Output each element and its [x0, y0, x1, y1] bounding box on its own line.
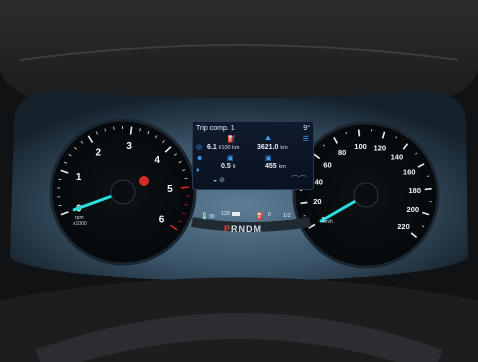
distance-unit: km	[278, 164, 286, 170]
avg-consumption-unit: l/100 km	[218, 145, 240, 151]
tach-tick	[129, 126, 133, 135]
tach-hub	[110, 179, 136, 205]
trip-title: Trip comp. 1	[196, 125, 235, 132]
distance-icon: ▣	[265, 155, 272, 162]
speedo-label: 160	[403, 167, 416, 176]
speedo-label: 20	[313, 197, 321, 206]
speedo-label: 180	[409, 186, 422, 195]
fuel-used-value: 0.5	[221, 163, 231, 170]
speedometer: 020406080100120140160180200220 km/h	[292, 121, 440, 269]
speedo-tick	[427, 175, 430, 177]
range-value: 3621.0	[257, 144, 279, 151]
fuel-half-label: 1/2	[283, 213, 291, 219]
tach-label: 1	[76, 172, 82, 183]
tyre-icon: ◎	[196, 144, 203, 151]
speedo-label: 120	[374, 144, 387, 153]
temp-low-label: 90	[209, 214, 215, 220]
fuel-pump-icon: ⛽	[227, 136, 236, 143]
speedo-label: 60	[323, 160, 331, 169]
tach-label: 6	[159, 214, 165, 225]
tach-label: 4	[154, 155, 160, 166]
fuel-gauge-icon: ▣	[227, 155, 234, 162]
outside-temp: 9°	[303, 125, 310, 132]
distance-value: 455	[265, 163, 277, 170]
speedo-tick	[300, 201, 308, 205]
speedo-label: 40	[315, 178, 323, 187]
speedo-label: 220	[397, 222, 410, 231]
speedo-label: 100	[354, 142, 367, 151]
speedo-label: 140	[391, 153, 404, 162]
tach-unit-bottom: x1000	[73, 221, 87, 227]
wave-graphic-icon: ⌒⌒	[291, 175, 307, 184]
tach-label: 5	[167, 184, 173, 195]
person-icon: ☻	[196, 155, 204, 162]
gear-indicator: PRNDM	[224, 224, 284, 236]
lane-assist-icon: ◒ ⊘	[213, 177, 226, 184]
trip-computer-display: Trip comp. 1 9° ⛽ ⛰ ☰ ◎ 6.1 l/100 km 362…	[192, 121, 314, 190]
range-unit: km	[280, 145, 288, 151]
gear-p: P	[224, 224, 232, 234]
speedo-label: 200	[407, 205, 420, 214]
fuel-empty-label: 0	[268, 212, 271, 218]
speedo-tick	[424, 187, 432, 191]
fuel-used-unit: lt	[232, 164, 236, 170]
tach-tick	[180, 186, 189, 189]
tach-label: 2	[96, 147, 102, 158]
speedo-label: 80	[338, 148, 346, 157]
warning-light-icon	[139, 176, 149, 186]
road-icon: ⛰	[265, 135, 271, 142]
thermometer-icon: 🌡	[200, 212, 209, 220]
speedo-tick	[357, 129, 361, 137]
seatbelt-icon: ♦	[196, 167, 200, 174]
fuel-pump-icon: ⛽	[256, 211, 265, 220]
tachometer: 0123456 rpm x1000	[49, 118, 197, 266]
temp-mid-label: 120	[221, 211, 230, 217]
tach-label: 3	[126, 141, 132, 152]
gear-others: RNDM	[231, 224, 263, 234]
temp-gauge-bar	[232, 212, 240, 216]
avg-consumption-value: 6.1	[207, 144, 217, 151]
menu-list-icon: ☰	[302, 136, 309, 143]
speedo-hub	[353, 182, 379, 208]
